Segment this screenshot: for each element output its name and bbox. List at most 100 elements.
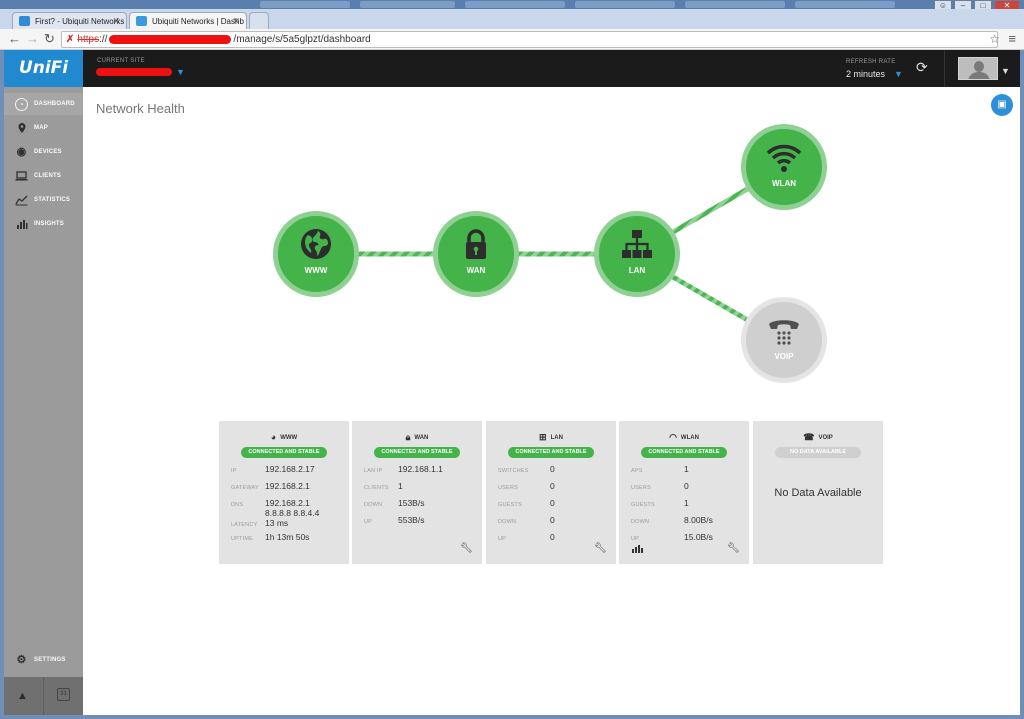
bookmark-star-icon[interactable]: ☆ bbox=[989, 32, 1000, 46]
globe-icon bbox=[301, 229, 331, 259]
node-www[interactable]: WWW bbox=[273, 211, 359, 297]
bar-chart-icon bbox=[15, 218, 28, 231]
sidebar-item-label: INSIGHTS bbox=[34, 221, 64, 227]
status-badge: CONNECTED AND STABLE bbox=[508, 447, 594, 458]
close-tab-icon[interactable]: ✕ bbox=[112, 16, 120, 27]
sidebar-item-clients[interactable]: CLIENTS bbox=[4, 165, 83, 187]
os-task-strip: ☺ – □ ✕ bbox=[0, 0, 1024, 12]
site-dropdown-caret-icon[interactable]: ▼ bbox=[176, 67, 185, 77]
link-lan-wlan bbox=[671, 184, 753, 235]
node-label: VOIP bbox=[774, 352, 794, 361]
node-wlan[interactable]: WLAN bbox=[741, 124, 827, 210]
url-field[interactable]: ✗ https:///manage/s/5a5glpzt/dashboard bbox=[61, 31, 998, 48]
background-tab[interactable] bbox=[685, 1, 785, 8]
phone-icon: ☎ bbox=[803, 432, 815, 442]
sidebar-item-devices[interactable]: ◉ DEVICES bbox=[4, 141, 83, 163]
stat-row: CLIENTS 1 bbox=[364, 481, 403, 492]
bar-chart-icon[interactable] bbox=[632, 545, 643, 553]
lock-icon: 🔒︎ bbox=[405, 432, 411, 442]
wifi-icon: ◠ bbox=[669, 432, 677, 442]
node-wan[interactable]: WAN bbox=[433, 211, 519, 297]
card-title: ⊞ LAN bbox=[539, 432, 563, 442]
network-icon bbox=[622, 230, 652, 258]
sidebar: ◔ DASHBOARD MAP ◉ DEVICES CLIENTS STATIS… bbox=[4, 87, 83, 715]
sidebar-item-settings[interactable]: ⚙ SETTINGS bbox=[4, 649, 83, 671]
no-data-message: No Data Available bbox=[774, 487, 862, 499]
alert-icon[interactable]: ▲ bbox=[17, 690, 28, 702]
background-tab[interactable] bbox=[795, 1, 895, 8]
app-header: UniFi CURRENT SITE ▼ REFRESH RATE 2 minu… bbox=[4, 50, 1020, 87]
url-scheme: https bbox=[77, 34, 100, 45]
refresh-icon[interactable]: ⟳ bbox=[916, 59, 928, 76]
stat-row: USERS 0 bbox=[631, 481, 689, 492]
card-title: ◕ WWW bbox=[270, 432, 298, 442]
gear-icon: ⚙ bbox=[16, 654, 27, 666]
reload-icon[interactable]: ↻ bbox=[44, 32, 55, 46]
unifi-logo[interactable]: UniFi bbox=[4, 50, 83, 87]
line-chart-icon bbox=[15, 194, 28, 207]
background-tab[interactable] bbox=[360, 1, 455, 8]
stat-row: GUESTS 0 bbox=[498, 498, 555, 509]
card-lan[interactable]: ⊞ LAN CONNECTED AND STABLE SWITCHES 0 USER… bbox=[486, 421, 616, 564]
sidebar-item-label: DEVICES bbox=[34, 149, 62, 155]
refresh-rate-select[interactable]: 2 minutes bbox=[846, 69, 885, 79]
sidebar-item-dashboard[interactable]: ◔ DASHBOARD bbox=[4, 93, 83, 115]
refresh-rate-caret-icon[interactable]: ▼ bbox=[894, 69, 903, 79]
header-divider bbox=[944, 50, 945, 87]
stat-row: UPTIME 1h 13m 50s bbox=[231, 532, 310, 543]
node-lan[interactable]: LAN bbox=[594, 211, 680, 297]
events-calendar-icon[interactable]: 31 bbox=[57, 688, 70, 701]
background-tab[interactable] bbox=[575, 1, 675, 8]
background-tab[interactable] bbox=[260, 1, 350, 8]
new-tab-button[interactable] bbox=[249, 12, 269, 29]
stat-row: IP 192.168.2.17 bbox=[231, 464, 315, 475]
back-icon[interactable]: ← bbox=[8, 32, 21, 46]
stat-row: DOWN 153B/s bbox=[364, 498, 425, 509]
avatar[interactable] bbox=[958, 57, 998, 80]
link-lan-voip bbox=[671, 274, 753, 325]
lock-icon bbox=[466, 229, 486, 259]
site-name-redacted[interactable] bbox=[96, 68, 172, 76]
card-title: 🔒︎ WAN bbox=[405, 432, 429, 442]
card-www[interactable]: ◕ WWW CONNECTED AND STABLE IP 192.168.2.17… bbox=[219, 421, 349, 564]
user-menu-caret-icon[interactable]: ▼ bbox=[1001, 66, 1010, 76]
forward-icon[interactable]: → bbox=[26, 32, 39, 46]
close-tab-icon[interactable]: ✕ bbox=[232, 16, 240, 27]
url-path: /manage/s/5a5glpzt/dashboard bbox=[233, 34, 371, 45]
browser-tab-active[interactable]: Ubiquiti Networks | Dashb ✕ bbox=[129, 12, 247, 29]
node-label: WAN bbox=[466, 266, 486, 275]
stat-row: UP 553B/s bbox=[364, 515, 425, 526]
card-title: ☎ VOIP bbox=[803, 432, 833, 442]
card-wan[interactable]: 🔒︎ WAN CONNECTED AND STABLE LAN IP 192.168… bbox=[352, 421, 482, 564]
browser-menu-icon[interactable]: ≡ bbox=[1008, 31, 1016, 46]
background-tab[interactable] bbox=[465, 1, 565, 8]
node-label: WWW bbox=[304, 266, 328, 275]
sidebar-item-map[interactable]: MAP bbox=[4, 117, 83, 139]
status-badge: NO DATA AVAILABLE bbox=[775, 447, 861, 458]
wrench-icon[interactable]: 🔧︎ bbox=[727, 543, 740, 554]
address-bar: ← → ↻ ✗ https:///manage/s/5a5glpzt/dashbo… bbox=[0, 29, 1024, 50]
stat-row: GUESTS 1 bbox=[631, 498, 689, 509]
wrench-icon[interactable]: 🔧︎ bbox=[460, 543, 473, 554]
browser-tab[interactable]: First? - Ubiquiti Networks ✕ bbox=[12, 12, 127, 29]
phone-icon bbox=[769, 320, 799, 345]
sidebar-item-label: SETTINGS bbox=[34, 657, 66, 663]
sidebar-item-insights[interactable]: INSIGHTS bbox=[4, 213, 83, 235]
stat-row: LAN IP 192.168.1.1 bbox=[364, 464, 443, 475]
node-voip[interactable]: VOIP bbox=[741, 297, 827, 383]
tab-bar: First? - Ubiquiti Networks ✕ Ubiquiti Ne… bbox=[0, 9, 1024, 29]
wifi-icon bbox=[766, 144, 802, 172]
card-wlan[interactable]: ◠ WLAN CONNECTED AND STABLE APS 1 USERS 0 G… bbox=[619, 421, 749, 564]
sidebar-item-statistics[interactable]: STATISTICS bbox=[4, 189, 83, 211]
card-voip[interactable]: ☎ VOIP NO DATA AVAILABLE No Data Availabl… bbox=[753, 421, 883, 564]
sidebar-item-label: CLIENTS bbox=[34, 173, 62, 179]
dashboard-icon: ◔ bbox=[15, 98, 28, 111]
stat-row: USERS 0 bbox=[498, 481, 555, 492]
stat-row: DOWN 0 bbox=[498, 515, 555, 526]
stat-row: SWITCHES 0 bbox=[498, 464, 555, 475]
tab-title: First? - Ubiquiti Networks bbox=[35, 17, 125, 26]
sidebar-item-label: DASHBOARD bbox=[34, 101, 75, 107]
laptop-icon bbox=[15, 170, 28, 183]
wrench-icon[interactable]: 🔧︎ bbox=[594, 543, 607, 554]
network-icon: ⊞ bbox=[539, 432, 547, 442]
